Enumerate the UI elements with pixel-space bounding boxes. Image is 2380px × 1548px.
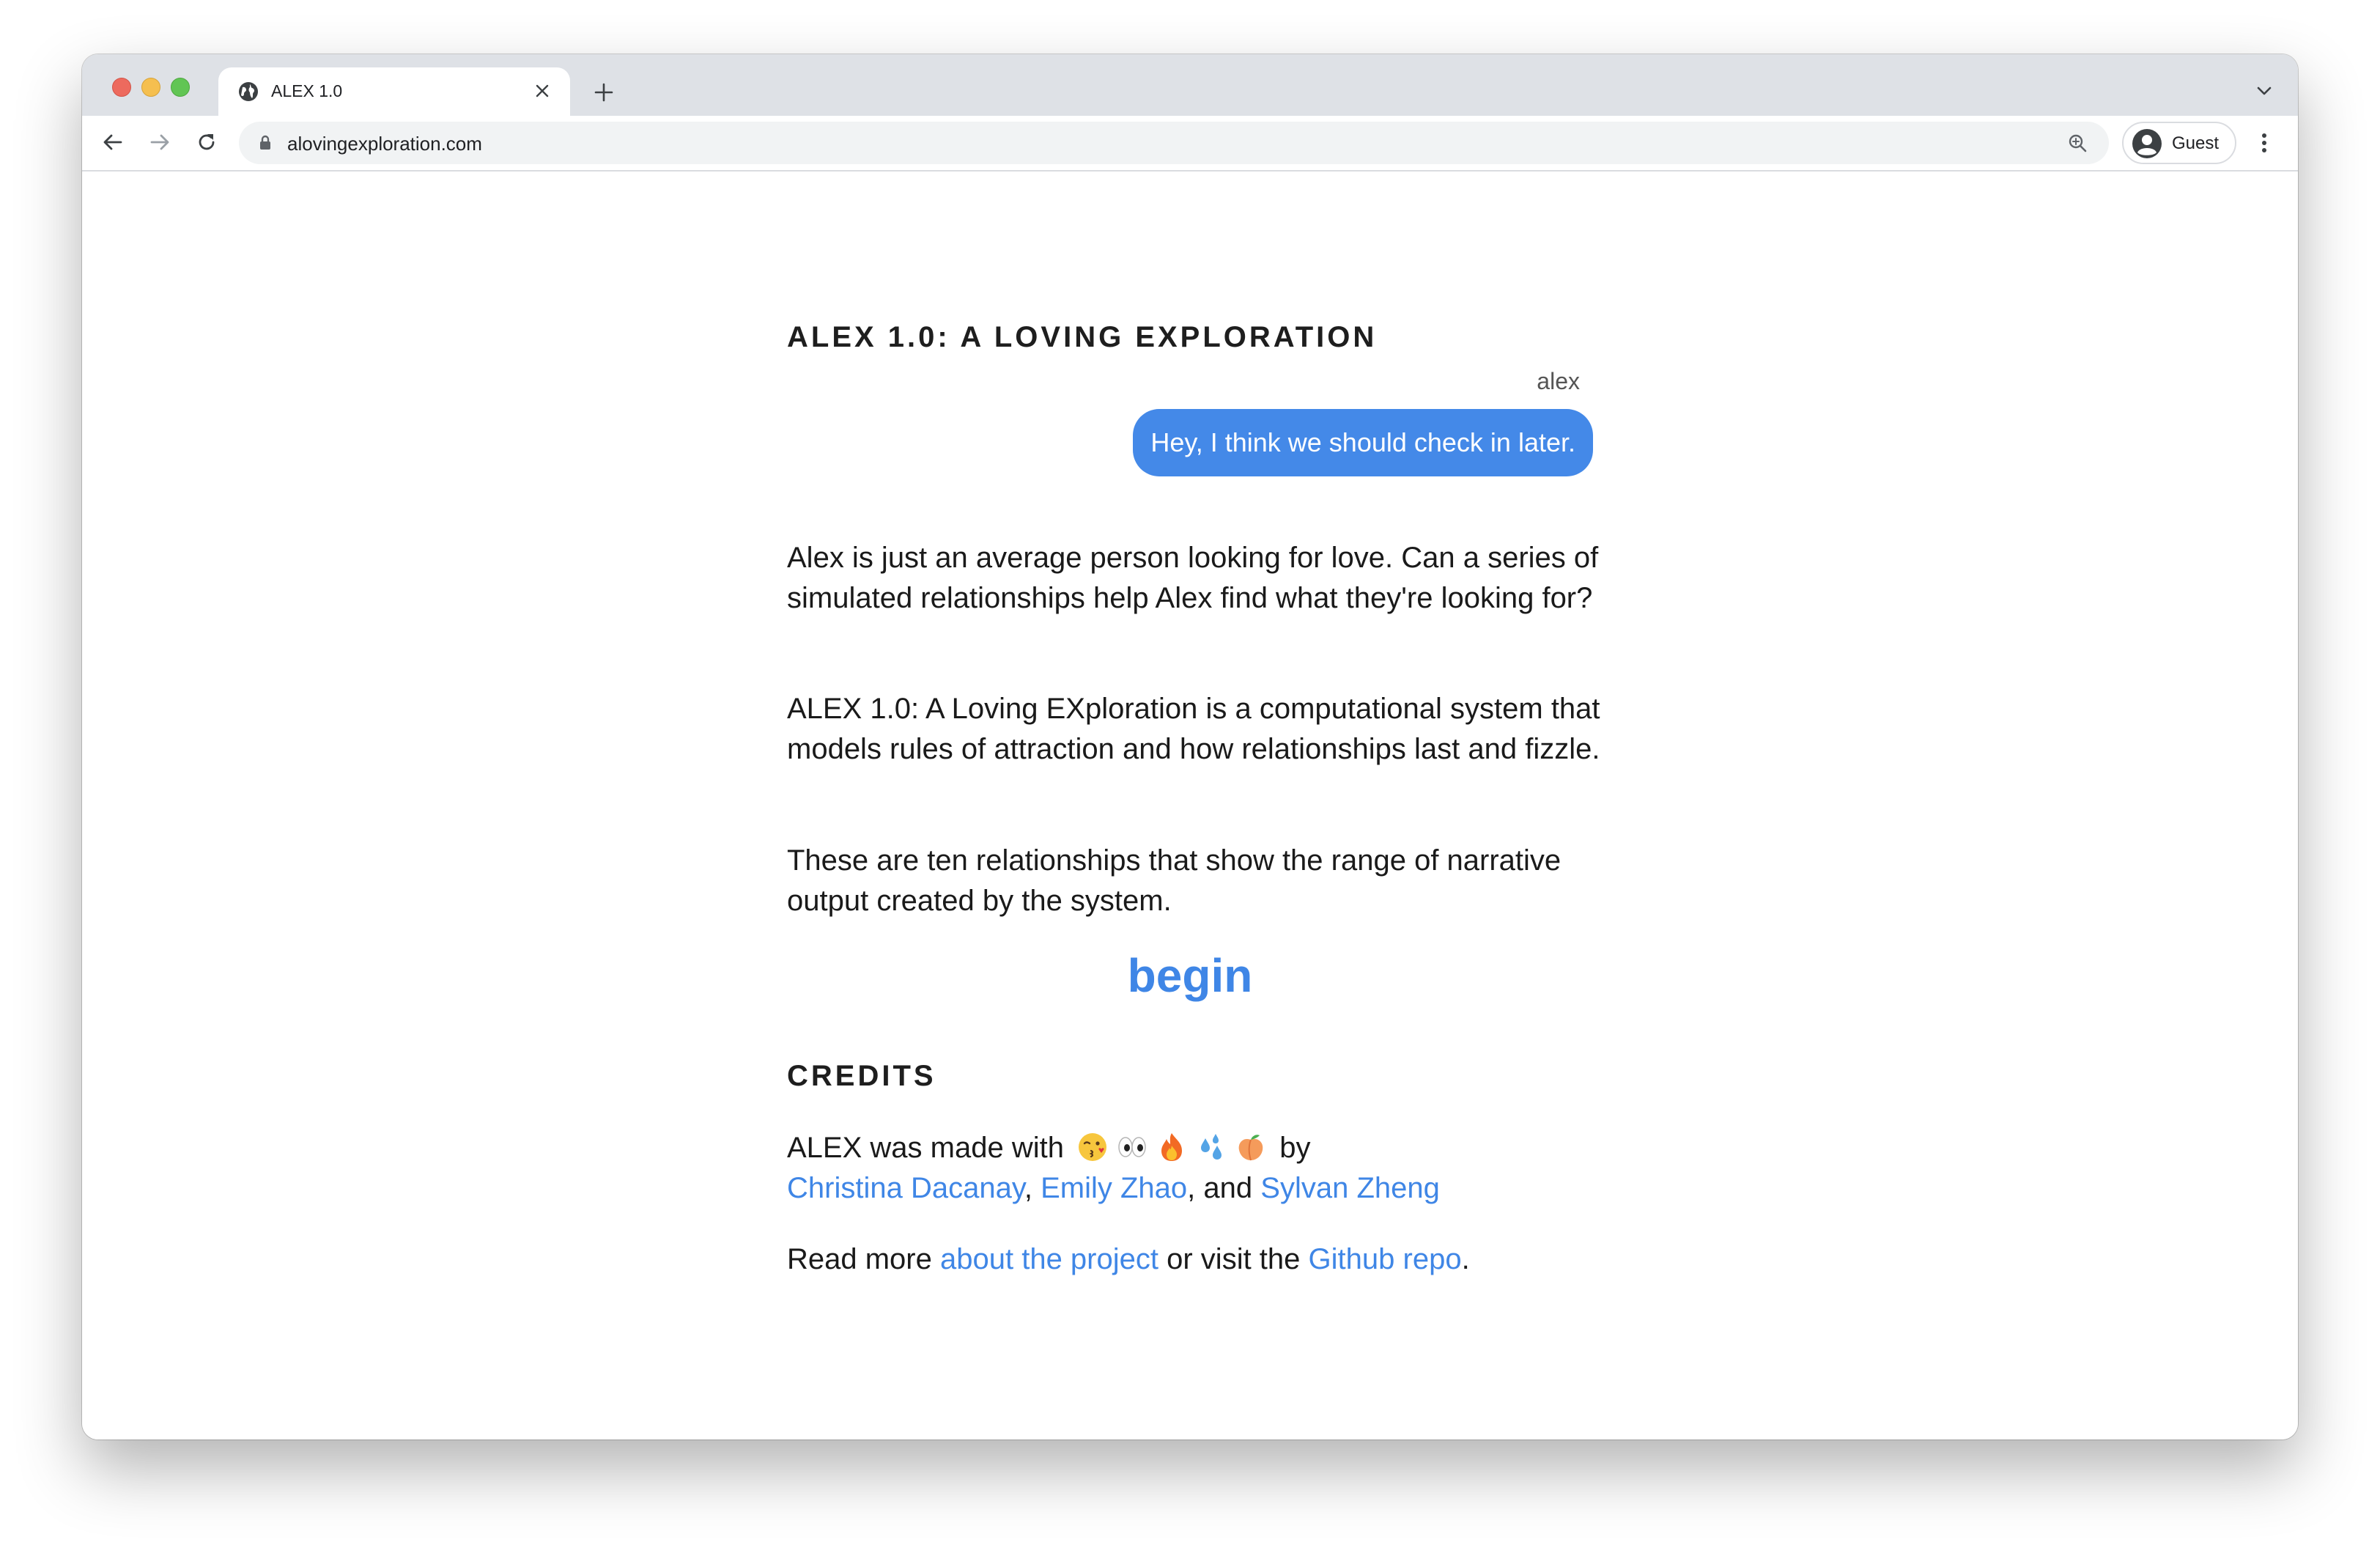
browser-toolbar: alovingexploration.com Guest: [82, 116, 2298, 172]
browser-tab[interactable]: ALEX 1.0: [218, 67, 570, 116]
eyes-emoji: [1118, 1137, 1146, 1157]
back-button[interactable]: [95, 125, 130, 160]
forward-button[interactable]: [142, 125, 177, 160]
fire-emoji: [1161, 1133, 1183, 1161]
comma-separator: ,: [1024, 1172, 1032, 1204]
globe-icon: [239, 82, 258, 101]
zoom-button[interactable]: [2063, 129, 2091, 157]
begin-link[interactable]: begin: [787, 948, 1593, 1003]
url-text: alovingexploration.com: [287, 133, 482, 155]
browser-window: ALEX 1.0 alovingexploration.com Guest AL…: [82, 54, 2298, 1440]
about-project-link[interactable]: about the project: [940, 1243, 1158, 1275]
tab-title: ALEX 1.0: [271, 81, 343, 100]
github-repo-link[interactable]: Github repo: [1309, 1243, 1462, 1275]
credits-heading: CREDITS: [787, 1060, 936, 1092]
author-link-christina-dacanay[interactable]: Christina Dacanay: [787, 1172, 1024, 1204]
profile-button[interactable]: Guest: [2122, 122, 2236, 164]
and-separator: , and: [1187, 1172, 1253, 1204]
new-tab-button[interactable]: [588, 76, 620, 108]
lock-icon: [260, 135, 270, 150]
minimize-window-button[interactable]: [141, 78, 160, 97]
arrow-left-icon: [103, 134, 122, 150]
made-with-text: ALEX was made with: [787, 1132, 1064, 1164]
plus-icon: [594, 83, 613, 102]
visit-text: or visit the: [1167, 1243, 1301, 1275]
maximize-window-button[interactable]: [171, 78, 190, 97]
address-bar[interactable]: alovingexploration.com: [239, 122, 2109, 164]
relationships-paragraph: These are ten relationships that show th…: [787, 844, 1562, 917]
chat-bubble: Hey, I think we should check in later.: [1133, 409, 1593, 476]
author-link-emily-zhao[interactable]: Emily Zhao: [1041, 1172, 1187, 1204]
by-text: by: [1279, 1132, 1311, 1164]
chat-sender-name: alex: [1537, 368, 1580, 394]
emoji-row: [1076, 1131, 1267, 1163]
page-title: ALEX 1.0: A LOVING EXPLORATION: [787, 321, 1378, 353]
tab-search-button[interactable]: [2250, 76, 2279, 106]
tab-strip: ALEX 1.0: [82, 54, 2298, 116]
page-content: ALEX 1.0: A LOVING EXPLORATION alex Hey,…: [82, 172, 2298, 1440]
intro-paragraph: Alex is just an average person looking f…: [787, 542, 1599, 614]
peach-emoji: [1238, 1135, 1263, 1161]
reload-icon: [199, 134, 215, 150]
read-more-prefix: Read more: [787, 1243, 932, 1275]
period-text: .: [1461, 1243, 1470, 1275]
profile-label: Guest: [2172, 133, 2220, 153]
read-more-text: Read more about the project or visit the…: [787, 1239, 1666, 1280]
reload-button[interactable]: [189, 125, 224, 160]
arrow-right-icon: [150, 134, 169, 150]
chevron-down-icon: [2257, 86, 2272, 95]
more-vertical-icon: [2262, 133, 2266, 152]
close-tab-button[interactable]: [528, 76, 557, 106]
close-icon: [536, 84, 549, 97]
author-link-sylvan-zheng[interactable]: Sylvan Zheng: [1260, 1172, 1440, 1204]
sweat-droplets-emoji: [1201, 1134, 1222, 1160]
account-icon: [2132, 129, 2162, 158]
close-window-button[interactable]: [112, 78, 131, 97]
browser-menu-button[interactable]: [2248, 126, 2280, 160]
system-description-paragraph: ALEX 1.0: A Loving EXploration is a comp…: [787, 693, 1600, 765]
kissing-face-emoji: [1079, 1133, 1107, 1161]
zoom-in-icon: [2069, 134, 2087, 152]
credits-text: ALEX was made with by Christina Dacanay,…: [787, 1128, 1666, 1209]
